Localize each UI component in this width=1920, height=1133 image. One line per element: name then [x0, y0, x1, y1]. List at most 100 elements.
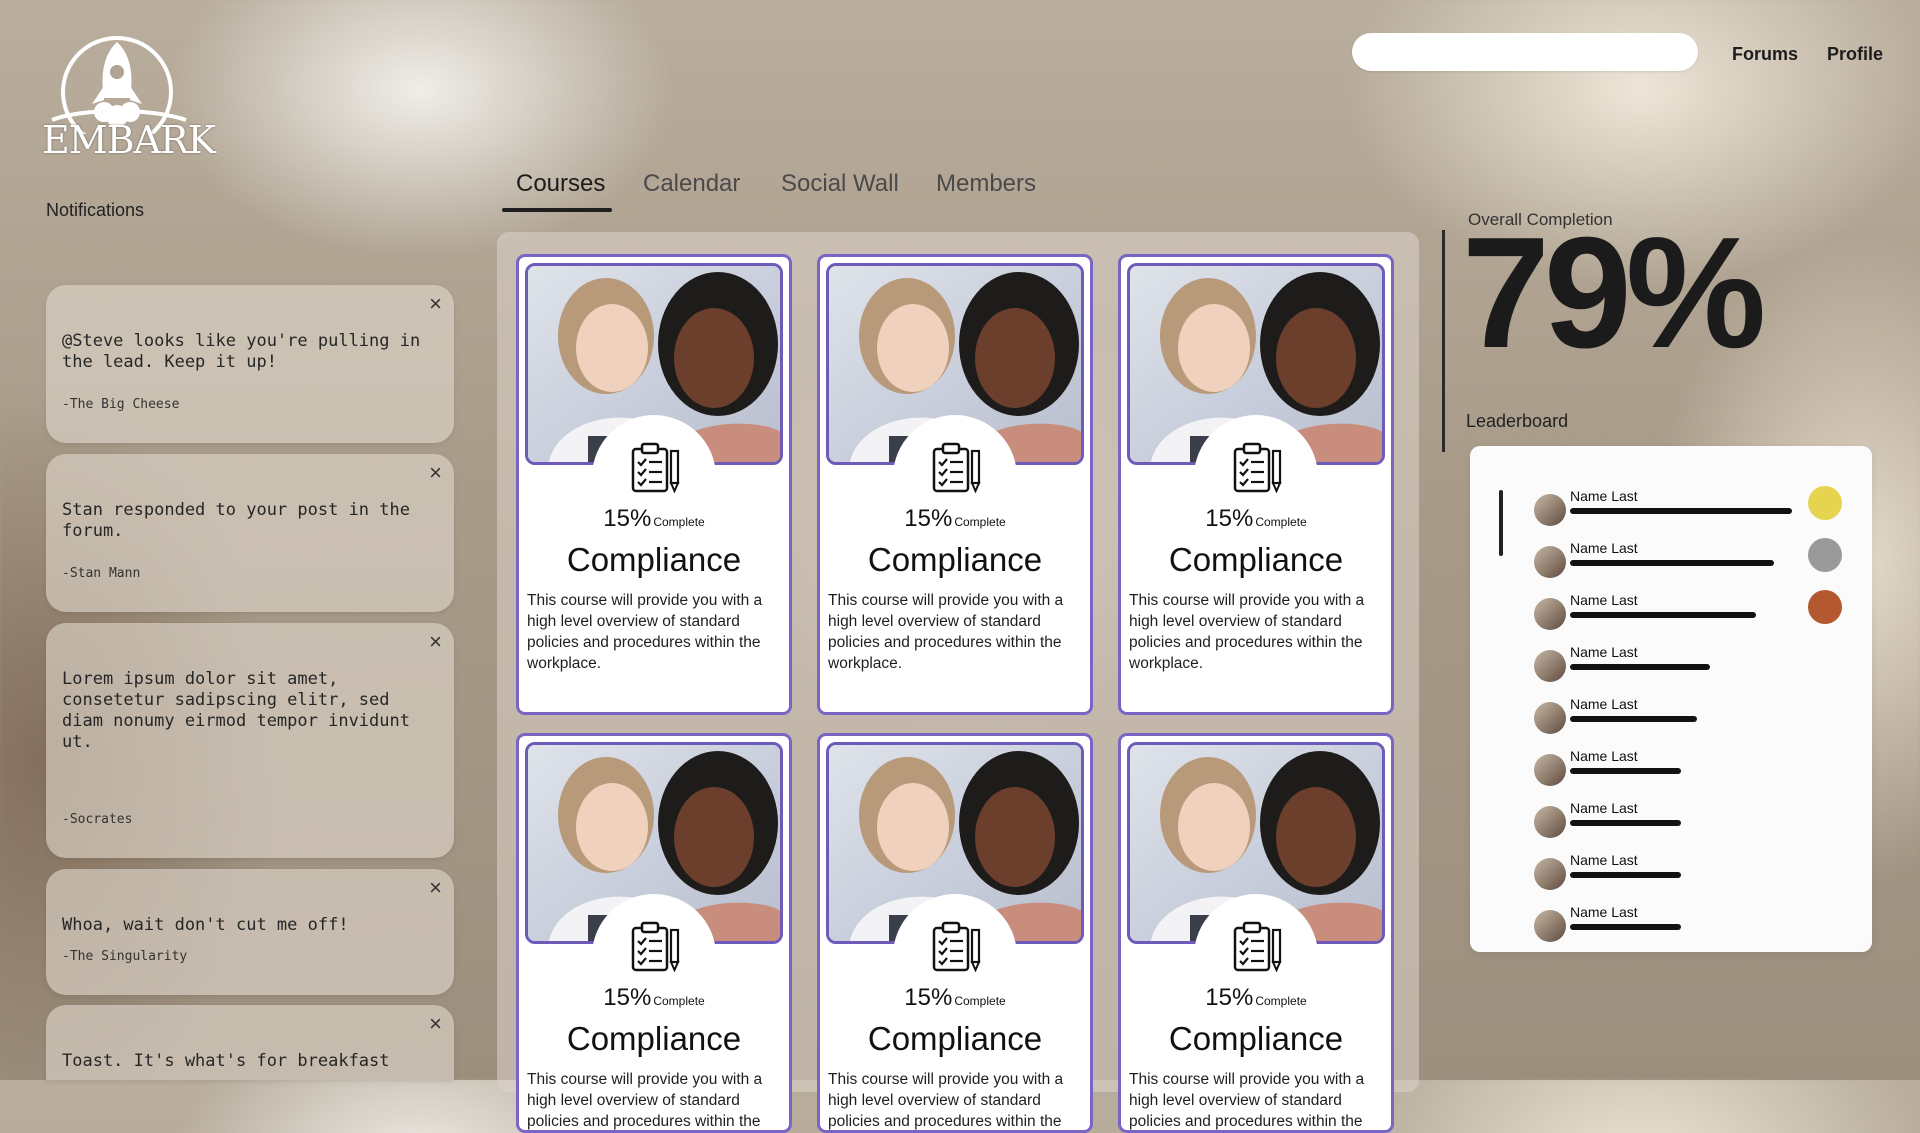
- medal-badge: [1808, 590, 1842, 624]
- course-percent-label: Complete: [954, 515, 1006, 529]
- notification-message: Toast. It's what's for breakfast: [62, 1051, 390, 1071]
- avatar: [1534, 858, 1566, 890]
- notification-message: @Steve looks like you're pulling in the …: [62, 331, 421, 372]
- notification-author: -The Singularity: [62, 949, 188, 964]
- avatar: [1534, 806, 1566, 838]
- clipboard-icon: [629, 441, 681, 493]
- course-title: Compliance: [566, 541, 742, 578]
- leaderboard-name: Name Last: [1570, 800, 1638, 816]
- course-percent: 15%: [1205, 984, 1254, 1011]
- nav-forums-link[interactable]: Forums: [1732, 44, 1798, 65]
- close-icon[interactable]: ×: [429, 462, 442, 484]
- notifications-heading: Notifications: [46, 200, 145, 220]
- leaderboard-score-bar: [1570, 508, 1792, 514]
- clipboard-icon: [930, 441, 982, 493]
- leaderboard-panel: Name Last Name Last Name Last Name Last Name…: [1470, 446, 1872, 952]
- course-title: Compliance: [566, 1020, 742, 1057]
- course-card[interactable]: 15% Complete Compliance This course will …: [817, 733, 1093, 1133]
- leaderboard-score-bar: [1570, 872, 1681, 878]
- leaderboard-heading: Leaderboard: [1466, 411, 1569, 431]
- notification-card: × Lorem ipsum dolor sit amet, consetetur…: [46, 623, 454, 858]
- notification-card: × Stan responded to your post in the for…: [46, 454, 454, 612]
- leaderboard-row[interactable]: Name Last: [1534, 644, 1854, 684]
- leaderboard-name: Name Last: [1570, 644, 1638, 660]
- notification-message: Stan responded to your post in the forum…: [62, 500, 410, 541]
- notification-card: × @Steve looks like you're pulling in th…: [46, 285, 454, 443]
- avatar: [1534, 650, 1566, 682]
- nav-profile-link[interactable]: Profile: [1827, 44, 1883, 65]
- logo-wordmark: EMBARK: [42, 118, 216, 162]
- course-description: This course will provide you with a high…: [527, 592, 763, 672]
- course-progress: 15% Complete: [519, 984, 789, 1012]
- leaderboard-score-bar: [1570, 560, 1774, 566]
- close-icon[interactable]: ×: [429, 877, 442, 899]
- leaderboard-name: Name Last: [1570, 488, 1638, 504]
- notification-card: × Whoa, wait don't cut me off! -The Sing…: [46, 869, 454, 995]
- leaderboard-row[interactable]: Name Last: [1534, 486, 1854, 528]
- leaderboard-name: Name Last: [1570, 696, 1638, 712]
- leaderboard-score-bar: [1570, 768, 1681, 774]
- tab-members[interactable]: Members: [936, 170, 1036, 198]
- leaderboard-score-bar: [1570, 612, 1756, 618]
- notification-author: -Stan Mann: [62, 566, 141, 581]
- search-input[interactable]: [1352, 33, 1698, 71]
- overall-completion-value: 79%: [1462, 205, 1766, 381]
- notification-card: × Toast. It's what's for breakfast: [46, 1005, 454, 1080]
- leaderboard-row[interactable]: Name Last: [1534, 696, 1854, 736]
- clipboard-icon: [629, 920, 681, 972]
- course-card[interactable]: 15% Complete Compliance This course will …: [1118, 733, 1394, 1133]
- close-icon[interactable]: ×: [429, 1013, 442, 1035]
- leaderboard-score-bar: [1570, 820, 1681, 826]
- course-progress: 15% Complete: [1121, 984, 1391, 1012]
- tab-calendar[interactable]: Calendar: [643, 170, 740, 198]
- course-card[interactable]: 15% Complete Compliance This course will …: [516, 254, 792, 715]
- tab-social-wall[interactable]: Social Wall: [781, 170, 899, 198]
- leaderboard-row[interactable]: Name Last: [1534, 904, 1854, 944]
- notification-message: Lorem ipsum dolor sit amet, consetetur s…: [62, 669, 410, 752]
- tab-courses[interactable]: Courses: [516, 170, 605, 198]
- avatar: [1534, 598, 1566, 630]
- leaderboard-scrollbar[interactable]: [1499, 490, 1503, 556]
- course-percent: 15%: [904, 984, 953, 1011]
- close-icon[interactable]: ×: [429, 293, 442, 315]
- course-title: Compliance: [1168, 541, 1344, 578]
- course-percent: 15%: [603, 505, 652, 532]
- leaderboard-score-bar: [1570, 924, 1681, 930]
- leaderboard-row[interactable]: Name Last: [1534, 590, 1854, 632]
- notification-author: -Socrates: [62, 812, 133, 827]
- avatar: [1534, 910, 1566, 942]
- avatar: [1534, 546, 1566, 578]
- leaderboard-row[interactable]: Name Last: [1534, 748, 1854, 788]
- course-title: Compliance: [1168, 1020, 1344, 1057]
- avatar: [1534, 494, 1566, 526]
- medal-badge: [1808, 538, 1842, 572]
- leaderboard-row[interactable]: Name Last: [1534, 800, 1854, 840]
- leaderboard-name: Name Last: [1570, 540, 1638, 556]
- leaderboard-row[interactable]: Name Last: [1534, 538, 1854, 580]
- avatar: [1534, 754, 1566, 786]
- course-percent-label: Complete: [653, 994, 705, 1008]
- course-percent-label: Complete: [1255, 994, 1307, 1008]
- close-icon[interactable]: ×: [429, 631, 442, 653]
- clipboard-icon: [1231, 920, 1283, 972]
- leaderboard-score-bar: [1570, 716, 1697, 722]
- course-percent-label: Complete: [653, 515, 705, 529]
- course-card[interactable]: 15% Complete Compliance This course will …: [516, 733, 792, 1133]
- course-percent: 15%: [1205, 505, 1254, 532]
- course-progress: 15% Complete: [519, 505, 789, 533]
- course-progress: 15% Complete: [820, 984, 1090, 1012]
- embark-logo[interactable]: EMBARK: [42, 24, 216, 170]
- notification-message: Whoa, wait don't cut me off!: [62, 915, 349, 935]
- leaderboard-row[interactable]: Name Last: [1534, 852, 1854, 892]
- active-tab-indicator: [502, 208, 612, 212]
- medal-badge: [1808, 486, 1842, 520]
- course-card[interactable]: 15% Complete Compliance This course will …: [817, 254, 1093, 715]
- leaderboard-score-bar: [1570, 664, 1710, 670]
- course-card[interactable]: 15% Complete Compliance This course will …: [1118, 254, 1394, 715]
- course-percent-label: Complete: [1255, 515, 1307, 529]
- course-progress: 15% Complete: [1121, 505, 1391, 533]
- clipboard-icon: [930, 920, 982, 972]
- notification-author: -The Big Cheese: [62, 397, 180, 412]
- course-percent: 15%: [904, 505, 953, 532]
- course-progress: 15% Complete: [820, 505, 1090, 533]
